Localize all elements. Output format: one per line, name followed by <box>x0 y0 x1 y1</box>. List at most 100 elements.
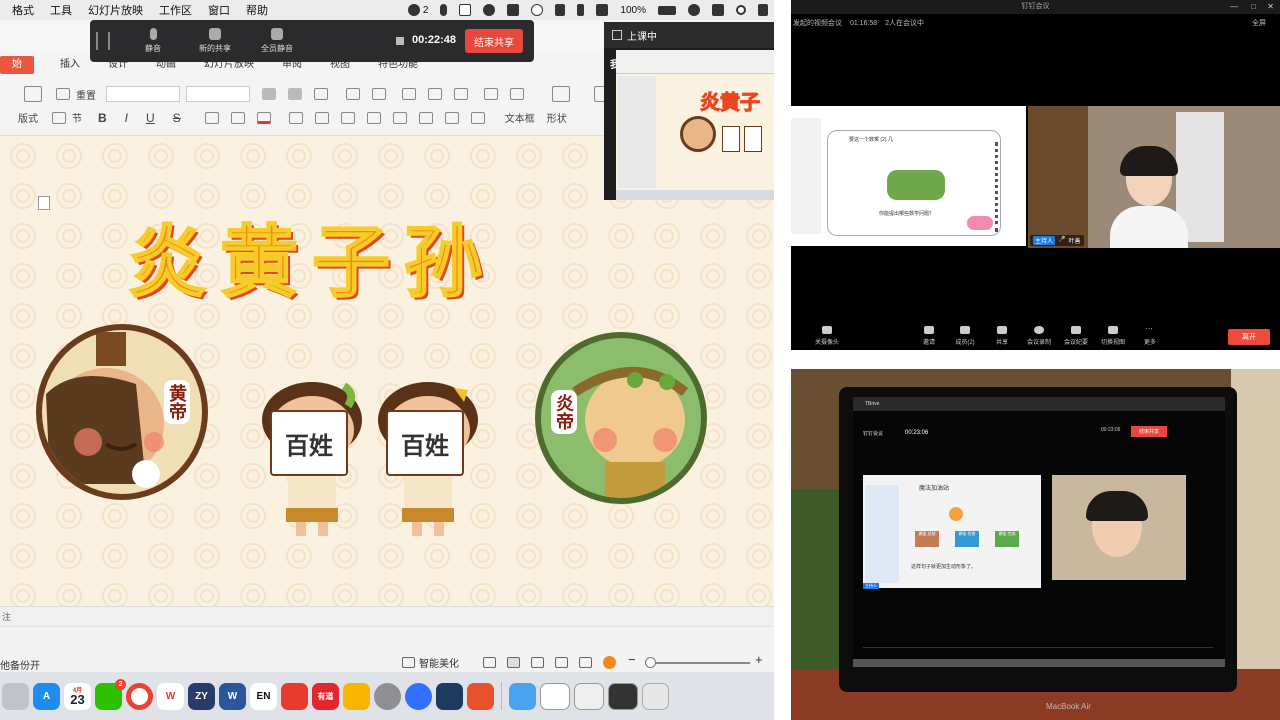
calendar-icon[interactable]: 4月 23 <box>64 682 91 710</box>
sorter-view-icon[interactable] <box>531 657 544 668</box>
reading-view-icon[interactable] <box>555 657 568 668</box>
meeting-name[interactable]: 发起的视频会议 <box>793 20 842 27</box>
sketch-icon[interactable] <box>343 682 370 710</box>
word-icon[interactable]: W <box>219 682 246 710</box>
wifi-icon[interactable] <box>688 4 700 16</box>
app-s-icon[interactable] <box>596 4 609 16</box>
line-spacing-icon[interactable] <box>454 88 468 100</box>
bluetooth-icon[interactable] <box>577 4 585 16</box>
font-family-select[interactable] <box>106 86 180 102</box>
yandi-emblem[interactable]: 炎帝 <box>535 332 707 504</box>
layout-button[interactable]: 版式 <box>18 110 38 125</box>
reset-icon[interactable] <box>56 88 70 100</box>
menu-workspace[interactable]: 工作区 <box>159 2 192 18</box>
normal-view-icon[interactable] <box>507 657 520 668</box>
control-center-icon[interactable] <box>712 4 724 16</box>
textbox-icon[interactable] <box>552 86 570 102</box>
chrome-icon[interactable] <box>126 682 153 710</box>
highlight-icon[interactable] <box>230 111 245 124</box>
presenter-view-icon[interactable] <box>579 657 592 668</box>
app-status-icon[interactable] <box>483 4 496 16</box>
distribute-icon[interactable] <box>392 111 407 124</box>
system-preferences-icon[interactable] <box>374 682 401 710</box>
sign-baixing-1[interactable]: 百姓 <box>270 410 348 476</box>
launchpad-icon[interactable] <box>2 682 29 710</box>
qqbrowser-icon[interactable] <box>436 682 463 710</box>
switch-view-button[interactable]: 切换视图 <box>1093 326 1133 346</box>
zoom-in-icon[interactable]: + <box>755 652 763 667</box>
font-grow-icon[interactable] <box>262 88 276 100</box>
window-thumb-2[interactable] <box>574 682 604 710</box>
wechat-dock-icon[interactable]: 2 <box>95 678 126 710</box>
section-button[interactable]: 节 <box>72 110 82 125</box>
pip-window[interactable]: 上课中 我 炎黄子 <box>604 22 774 200</box>
tab-insert[interactable]: 插入 <box>48 56 92 74</box>
indent-decrease-icon[interactable] <box>402 88 416 100</box>
more-button[interactable]: ··· 更多 <box>1130 325 1170 347</box>
volume-icon[interactable] <box>555 4 566 16</box>
new-slide-icon[interactable] <box>24 86 42 102</box>
slide-canvas[interactable]: 炎黄子孙 黄帝 炎帝 百姓 百姓 <box>0 136 774 606</box>
strikethrough-icon[interactable]: S <box>173 111 181 125</box>
zhong-input-icon[interactable] <box>459 4 472 16</box>
fullscreen-button[interactable]: 全屏 <box>1252 16 1266 32</box>
underline-icon[interactable]: U <box>146 111 155 125</box>
menu-slideshow[interactable]: 幻灯片放映 <box>88 2 143 18</box>
sign-baixing-2[interactable]: 百姓 <box>386 410 464 476</box>
shared-screen-tile[interactable]: 要这一个数乘 (2) 几 你能提出哪些数学问题？ <box>791 106 1026 246</box>
wps-icon[interactable]: W <box>157 682 184 710</box>
menu-format[interactable]: 格式 <box>12 2 34 18</box>
battery-icon[interactable] <box>658 5 676 15</box>
huangdi-emblem[interactable]: 黄帝 <box>36 324 208 500</box>
wechat-icon[interactable]: 2 <box>407 4 428 16</box>
section-icon[interactable] <box>52 111 66 124</box>
siri-icon[interactable] <box>758 4 768 16</box>
shape-button[interactable]: 形状 <box>547 110 567 125</box>
superscript-icon[interactable] <box>204 111 219 124</box>
justify-icon[interactable] <box>366 111 381 124</box>
font-size-select[interactable] <box>186 86 250 102</box>
convert-icon[interactable] <box>444 111 459 124</box>
align-vertical-icon[interactable] <box>484 88 498 100</box>
menu-help[interactable]: 帮助 <box>246 2 268 18</box>
en-dictionary-icon[interactable]: EN <box>250 682 277 710</box>
window-thumb-1[interactable] <box>540 682 570 710</box>
maximize-icon[interactable]: □ <box>1251 0 1256 14</box>
student-video-tile[interactable]: 主持人 🎤 叶善 <box>1028 106 1280 248</box>
play-icon[interactable] <box>531 4 544 16</box>
text-align-icon[interactable] <box>470 111 485 124</box>
app-store-icon[interactable]: A <box>33 682 60 710</box>
align-center-icon[interactable] <box>314 111 329 124</box>
slide-title[interactable]: 炎黄子孙 <box>127 214 648 310</box>
record-button[interactable]: 会议录制 <box>1019 326 1059 346</box>
feishu-icon[interactable] <box>405 682 432 710</box>
members-button[interactable]: 成员(2) <box>945 326 985 346</box>
new-share-button[interactable]: 新的共享 <box>186 28 244 54</box>
microphone-icon[interactable] <box>440 4 448 16</box>
invite-button[interactable]: 邀请 <box>909 326 949 346</box>
zy-icon[interactable]: ZY <box>188 682 215 710</box>
menu-tools[interactable]: 工具 <box>50 2 72 18</box>
camera-off-button[interactable]: 关摄像头 <box>807 326 847 346</box>
smart-beautify-button[interactable]: 智能美化 <box>402 655 459 670</box>
backup-status[interactable]: 他备份开 <box>0 657 40 672</box>
tab-start[interactable]: 始 <box>0 56 34 74</box>
number-list-icon[interactable] <box>372 88 386 100</box>
bold-icon[interactable]: B <box>98 111 107 125</box>
notes-pane[interactable]: 注 <box>0 606 774 626</box>
zoom-out-icon[interactable]: − <box>628 652 636 667</box>
dingtalk-icon[interactable] <box>467 682 494 710</box>
search-icon[interactable] <box>736 5 746 15</box>
xmind-icon[interactable] <box>281 682 308 710</box>
minimize-icon[interactable]: — <box>1230 0 1238 14</box>
youdao-icon[interactable]: 有道 <box>312 682 339 710</box>
play-slideshow-icon[interactable] <box>603 656 616 669</box>
zoom-slider-knob[interactable] <box>645 657 656 668</box>
menu-window[interactable]: 窗口 <box>208 2 230 18</box>
indent-increase-icon[interactable] <box>428 88 442 100</box>
bullet-list-icon[interactable] <box>346 88 360 100</box>
drag-handle-icon[interactable] <box>96 32 110 50</box>
font-color-icon[interactable] <box>256 111 271 124</box>
vpn-icon[interactable] <box>507 4 520 16</box>
mute-all-button[interactable]: 全员静音 <box>248 28 306 54</box>
